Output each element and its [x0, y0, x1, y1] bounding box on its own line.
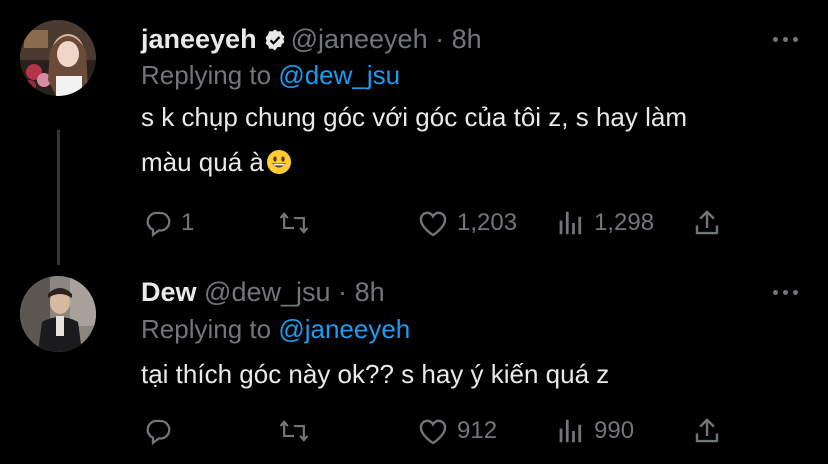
retweet-icon [278, 416, 310, 446]
tweet-text: tại thích góc này ok?? s hay ý kiến quá … [141, 352, 609, 397]
separator-dot: · [435, 24, 445, 54]
reply-icon [143, 208, 173, 238]
more-icon[interactable] [773, 290, 798, 295]
display-name[interactable]: Dew [141, 277, 197, 307]
tweet-text-line: s k chụp chung góc với góc của tôi z, s … [141, 102, 687, 132]
avatar[interactable] [20, 20, 96, 96]
share-icon [692, 416, 722, 446]
reply-count: 1 [181, 209, 195, 236]
user-handle[interactable]: @janeeyeh [291, 24, 428, 54]
share-button[interactable] [692, 208, 722, 238]
verified-badge-icon [263, 28, 287, 59]
timestamp[interactable]: 8h [355, 277, 385, 307]
like-button[interactable]: 912 [417, 416, 497, 446]
views-icon [556, 208, 586, 238]
reply-icon [143, 416, 173, 446]
share-icon [692, 208, 722, 238]
replying-to: Replying to @janeeyeh [141, 314, 410, 345]
tweet-header: janeeyeh @janeeyeh · 8h [141, 24, 482, 59]
like-count: 1,203 [457, 209, 518, 236]
display-name[interactable]: janeeyeh [141, 24, 257, 54]
tweet-text: s k chụp chung góc với góc của tôi z, s … [141, 95, 687, 189]
views-button[interactable]: 1,298 [556, 208, 654, 238]
views-count: 1,298 [594, 209, 655, 236]
views-count: 990 [594, 417, 635, 444]
views-icon [556, 416, 586, 446]
like-count: 912 [457, 417, 498, 444]
more-icon[interactable] [773, 37, 798, 42]
tweet-text-line: màu quá à [141, 147, 264, 177]
share-button[interactable] [692, 416, 722, 446]
replying-to-label: Replying to [141, 60, 272, 90]
replying-to: Replying to @dew_jsu [141, 60, 400, 91]
like-icon [417, 416, 449, 446]
views-button[interactable]: 990 [556, 416, 634, 446]
retweet-button[interactable] [278, 416, 318, 446]
grinning-face-emoji [266, 144, 292, 189]
retweet-button[interactable] [278, 208, 318, 238]
tweet-header: Dew @dew_jsu · 8h [141, 277, 385, 308]
replying-to-label: Replying to [141, 314, 272, 344]
tweet-text-line: tại thích góc này ok?? s hay ý kiến quá … [141, 359, 610, 389]
tweet-janeeyeh[interactable]: janeeyeh @janeeyeh · 8h Replying to @dew_… [0, 0, 828, 260]
avatar[interactable] [20, 276, 96, 352]
like-icon [417, 208, 449, 238]
tweet-dew[interactable]: Dew @dew_jsu · 8h Replying to @janeeyeh … [0, 260, 828, 464]
user-handle[interactable]: @dew_jsu [204, 277, 330, 307]
replying-to-link[interactable]: @janeeyeh [278, 314, 410, 344]
reply-button[interactable]: 1 [143, 208, 194, 238]
retweet-icon [278, 208, 310, 238]
replying-to-link[interactable]: @dew_jsu [278, 60, 400, 90]
like-button[interactable]: 1,203 [417, 208, 517, 238]
timestamp[interactable]: 8h [452, 24, 482, 54]
separator-dot: · [338, 277, 348, 307]
reply-button[interactable] [143, 416, 181, 446]
